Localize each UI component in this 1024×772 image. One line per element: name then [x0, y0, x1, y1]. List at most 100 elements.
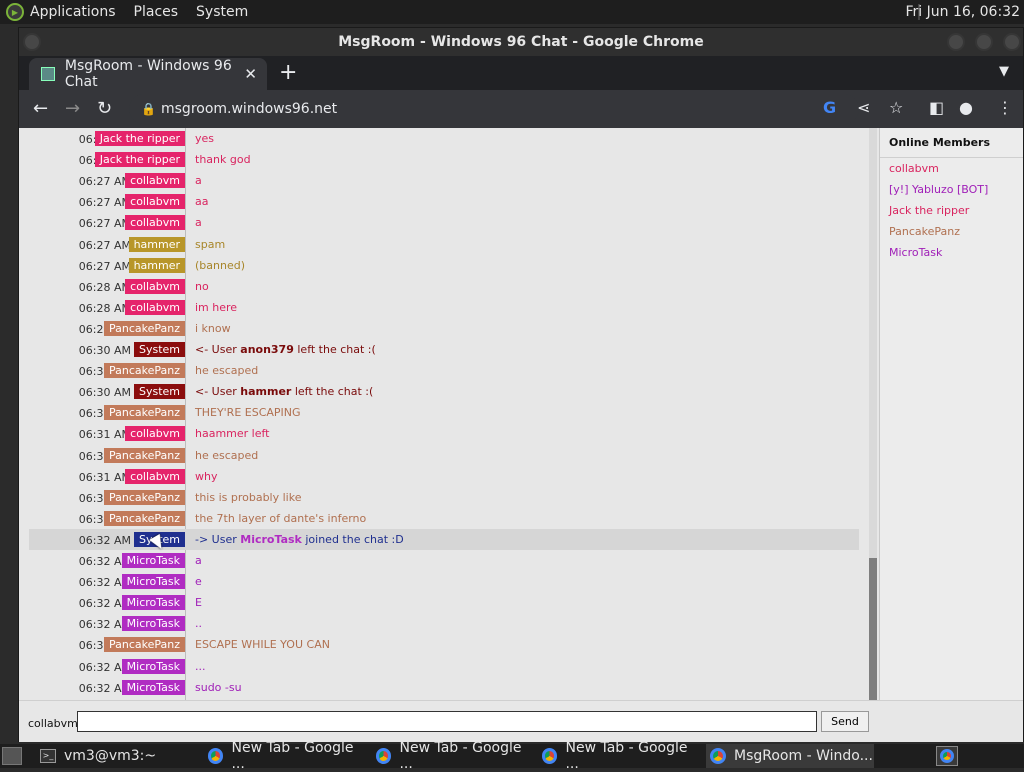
system-message-prefix: -> User — [195, 532, 241, 546]
tab-msgroom[interactable]: MsgRoom - Windows 96 Chat ✕ — [29, 58, 267, 90]
taskbar-item-label: MsgRoom - Windo... — [734, 748, 873, 764]
message-username-badge[interactable]: PancakePanz — [103, 320, 185, 336]
member-item[interactable]: collabvm — [880, 158, 1023, 179]
places-menu[interactable]: Places — [134, 4, 179, 20]
member-item[interactable]: Jack the ripper — [880, 200, 1023, 221]
message-username-badge[interactable]: collabvm — [125, 468, 185, 484]
message-username-badge[interactable]: collabvm — [125, 194, 185, 210]
chrome-menu-icon[interactable]: ⋮ — [997, 98, 1013, 117]
current-username[interactable]: collabvm — [28, 717, 78, 730]
message-username-badge[interactable]: collabvm — [125, 173, 185, 189]
tab-search-chevron-icon[interactable]: ▼ — [999, 64, 1009, 79]
taskbar-item[interactable]: New Tab - Google ... — [538, 740, 698, 772]
applications-menu[interactable]: Applications — [30, 4, 116, 20]
message-text: yes — [195, 132, 215, 145]
profile-avatar-icon[interactable]: ● — [959, 98, 973, 117]
online-members-panel: Online Members collabvm [y!] Yabluzo [BOT… — [879, 128, 1023, 700]
chat-message-row: 06:32 AMPancakePanzESCAPE WHILE YOU CAN — [29, 634, 859, 655]
message-text: <- User hammer left the chat :( — [195, 385, 373, 398]
chrome-icon — [208, 748, 224, 764]
system-menu[interactable]: System — [196, 4, 248, 20]
taskbar-item-label: New Tab - Google ... — [399, 740, 522, 772]
show-desktop-button[interactable] — [2, 747, 22, 765]
chat-message-row: 06:28 AMPancakePanzi know — [29, 318, 859, 339]
message-username-badge[interactable]: PancakePanz — [103, 405, 185, 421]
scrollbar-thumb[interactable] — [869, 558, 877, 700]
message-username-badge[interactable]: PancakePanz — [103, 489, 185, 505]
message-username-badge[interactable]: System — [133, 384, 185, 400]
chat-message-row: 06:28 AM collabvm no — [29, 276, 859, 297]
bookmark-star-icon[interactable]: ☆ — [889, 98, 903, 117]
maximize-button[interactable] — [975, 33, 993, 51]
message-username-badge[interactable]: Jack the ripper — [94, 131, 185, 146]
message-username-badge[interactable]: System — [133, 342, 185, 357]
share-icon[interactable]: ⋖ — [857, 98, 870, 117]
message-username-badge[interactable]: collabvm — [125, 215, 185, 231]
tab-close-icon[interactable]: ✕ — [244, 65, 257, 83]
message-text: aa — [195, 195, 209, 209]
message-text: thank god — [195, 153, 251, 167]
address-bar[interactable]: 🔒 msgroom.windows96.net — [129, 94, 859, 124]
system-message-username: anon379 — [240, 343, 294, 356]
message-username-badge[interactable]: MicroTask — [121, 574, 185, 590]
side-panel-icon[interactable]: ◧ — [929, 98, 944, 117]
message-username-badge[interactable]: collabvm — [125, 299, 185, 315]
message-scrollbar[interactable] — [869, 128, 877, 700]
taskbar-item[interactable]: New Tab - Google ... — [372, 740, 532, 772]
message-list[interactable]: 06:27 AM Jack the ripper yes 06:27 AM Jack t… — [19, 128, 877, 700]
taskbar-item[interactable]: >_ vm3@vm3:~ — [36, 744, 196, 768]
close-window-button[interactable] — [1003, 33, 1021, 51]
forward-button[interactable]: → — [65, 98, 80, 119]
chat-message-row: 06:30 AM System <- User hammer left the ch… — [29, 381, 859, 402]
message-username-badge[interactable]: PancakePanz — [103, 637, 185, 653]
message-username-badge[interactable]: MicroTask — [121, 616, 185, 632]
message-username-badge[interactable]: MicroTask — [121, 658, 185, 674]
message-username-badge[interactable]: PancakePanz — [103, 510, 185, 526]
member-item[interactable]: PancakePanz — [880, 221, 1023, 242]
taskbar-item[interactable]: New Tab - Google ... — [204, 740, 364, 772]
message-username-badge[interactable]: MicroTask — [121, 553, 185, 568]
chat-message-row: 06:27 AMJack the ripperthank god — [29, 149, 859, 170]
window-menu-icon[interactable] — [23, 33, 41, 51]
message-text: he escaped — [195, 364, 259, 378]
member-item[interactable]: MicroTask — [880, 242, 1023, 263]
message-username-badge[interactable]: collabvm — [125, 278, 185, 294]
panel-clock[interactable]: Fri Jun 16, 06:32 — [905, 4, 1020, 20]
url-text[interactable]: msgroom.windows96.net — [161, 101, 337, 117]
taskbar-item-label: New Tab - Google ... — [565, 740, 688, 772]
message-text: a — [195, 554, 202, 567]
back-button[interactable]: ← — [33, 98, 48, 119]
terminal-icon: >_ — [40, 749, 56, 763]
taskbar-item[interactable]: MsgRoom - Windo... — [706, 744, 874, 768]
message-username-badge[interactable]: MicroTask — [121, 679, 185, 695]
message-username-badge[interactable]: PancakePanz — [103, 363, 185, 379]
system-message-suffix: left the chat :( — [291, 385, 374, 399]
message-username-badge[interactable]: PancakePanz — [103, 447, 185, 463]
message-username-badge[interactable]: hammer — [128, 236, 185, 252]
reload-button[interactable]: ↻ — [97, 98, 112, 119]
message-input[interactable] — [77, 711, 817, 732]
distro-logo-icon[interactable]: ▶ — [6, 3, 24, 21]
chat-message-row: 06:27 AM hammer (banned) — [29, 255, 859, 276]
google-icon[interactable]: G — [823, 98, 836, 117]
chat-message-row: 06:31 AMPancakePanzthe 7th layer of dant… — [29, 508, 859, 529]
message-text: .. — [195, 617, 202, 631]
message-username-badge[interactable]: Jack the ripper — [94, 152, 185, 168]
lock-icon[interactable]: 🔒 — [141, 102, 156, 116]
new-tab-button[interactable]: + — [279, 60, 297, 85]
tab-strip: MsgRoom - Windows 96 Chat ✕ + ▼ — [19, 56, 1023, 90]
send-button[interactable]: Send — [821, 711, 869, 732]
message-text: (banned) — [195, 258, 245, 272]
chat-message-row: 06:30 AMPancakePanzhe escaped — [29, 360, 859, 381]
message-username-badge[interactable]: collabvm — [125, 426, 185, 442]
message-text: e — [195, 575, 202, 589]
message-username-badge[interactable]: hammer — [128, 257, 185, 273]
message-timestamp: 06:31 AM — [78, 428, 131, 442]
minimize-button[interactable] — [947, 33, 965, 51]
message-username-badge[interactable]: MicroTask — [121, 595, 185, 611]
tray-chrome-icon[interactable] — [936, 746, 958, 766]
online-members-title: Online Members — [880, 128, 1023, 158]
window-titlebar[interactable]: MsgRoom - Windows 96 Chat - Google Chrom… — [19, 28, 1023, 56]
member-item[interactable]: [y!] Yabluzo [BOT] — [880, 179, 1023, 200]
chrome-icon — [710, 748, 726, 764]
